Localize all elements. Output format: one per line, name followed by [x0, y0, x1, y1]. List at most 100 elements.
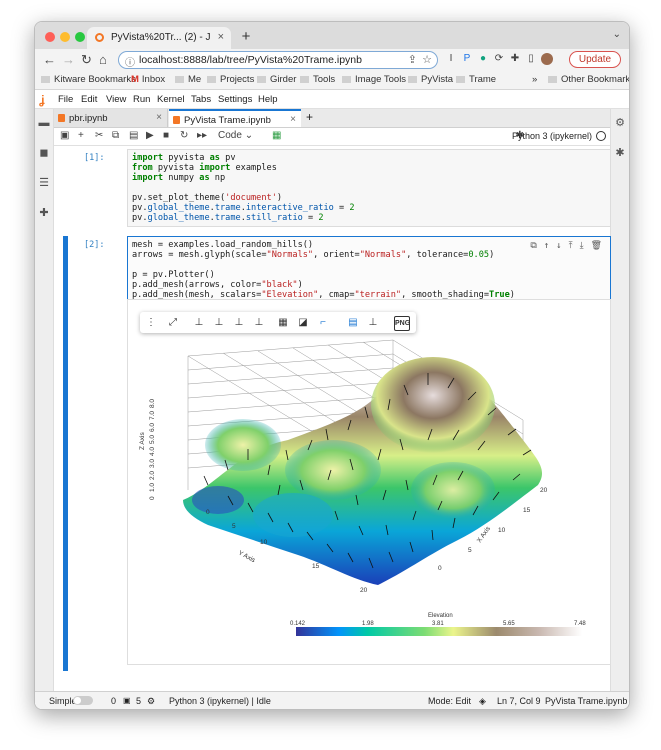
- kernel-status[interactable]: Python 3 (ipykernel) | Idle: [169, 696, 271, 706]
- file-browser-folder-icon[interactable]: ▬: [38, 117, 50, 129]
- y-tick: 20: [360, 587, 368, 594]
- close-tab-icon[interactable]: ×: [218, 31, 224, 43]
- menu-tabs[interactable]: Tabs: [191, 94, 211, 105]
- tab-pyvista-trame[interactable]: PyVista Trame.ipynb ×: [169, 109, 301, 127]
- tab-search-chevron-icon[interactable]: ⌄: [613, 29, 621, 40]
- address-url[interactable]: localhost:8888/lab/tree/PyVista%20Trame.…: [139, 54, 362, 66]
- fast-forward-icon[interactable]: ▸▸: [197, 130, 207, 141]
- bookmark-tools[interactable]: Tools: [300, 74, 335, 85]
- menu-edit[interactable]: Edit: [81, 94, 97, 105]
- duplicate-cell-icon[interactable]: ⧉: [530, 241, 536, 251]
- bookmark-kitware[interactable]: Kitware Bookmarks: [41, 74, 136, 85]
- cell-type-select[interactable]: Code ⌄: [218, 130, 253, 141]
- copy-icon[interactable]: ⧉: [112, 130, 119, 141]
- ext-i-icon[interactable]: I: [445, 53, 457, 65]
- terminals-count[interactable]: 0: [111, 696, 116, 706]
- cell-prompt: [1]:: [84, 153, 105, 163]
- close-tab-icon[interactable]: ×: [290, 114, 296, 125]
- render-view[interactable]: Z Axis 0 1.0 2.0 3.0 4.0 5.0 6.0 7.0 8.0…: [128, 300, 610, 664]
- simple-mode-toggle[interactable]: [73, 696, 93, 705]
- cut-icon[interactable]: ✂: [95, 130, 103, 141]
- kernels-count[interactable]: 5: [136, 696, 141, 706]
- close-tab-icon[interactable]: ×: [156, 112, 162, 123]
- right-sidebar: ⚙ ✱: [610, 109, 629, 691]
- debugger-bug-icon[interactable]: ✱: [614, 147, 626, 159]
- menu-kernel[interactable]: Kernel: [157, 94, 184, 105]
- code-line: import numpy as np: [132, 173, 226, 183]
- new-launcher-button[interactable]: +: [306, 110, 320, 128]
- sidebar-toggle-icon[interactable]: ▯: [525, 53, 537, 65]
- new-tab-button[interactable]: +: [238, 29, 254, 45]
- ext-p-icon[interactable]: P: [461, 53, 473, 65]
- share-icon[interactable]: ⇪: [408, 53, 417, 66]
- bookmark-me[interactable]: Me: [175, 74, 201, 85]
- insert-cell-icon[interactable]: +: [78, 130, 84, 141]
- profile-avatar[interactable]: [541, 53, 553, 65]
- ext-c-icon[interactable]: ●: [477, 53, 489, 65]
- editor-mode: Mode: Edit: [428, 696, 472, 706]
- bookmark-star-icon[interactable]: ☆: [422, 53, 432, 66]
- cursor-position[interactable]: Ln 7, Col 9: [497, 696, 541, 706]
- extensions-puzzle-icon[interactable]: ✚: [509, 53, 521, 65]
- ext-sync-icon[interactable]: ⟳: [493, 53, 505, 65]
- minimize-window-button[interactable]: [60, 32, 70, 42]
- menu-view[interactable]: View: [106, 94, 126, 105]
- menu-run[interactable]: Run: [133, 94, 150, 105]
- close-window-button[interactable]: [45, 32, 55, 42]
- move-down-icon[interactable]: ↓: [556, 241, 561, 251]
- y-axis-label: Y Axis: [237, 550, 257, 565]
- code-line: pv.global_theme.trame.interactive_ratio …: [132, 203, 355, 213]
- other-bookmarks[interactable]: Other Bookmarks: [548, 74, 629, 85]
- browser-window: PyVista%20Tr... (2) - JupyterLab × + ⌄ ←…: [34, 21, 630, 710]
- left-sidebar: ▬ ◼ ☰ ✚: [35, 109, 54, 691]
- insert-below-icon[interactable]: ⤓: [580, 241, 584, 251]
- code-line: pv.global_theme.trame.still_ratio = 2: [132, 213, 324, 223]
- bookmark-inbox[interactable]: M Inbox: [131, 74, 165, 85]
- update-button[interactable]: Update: [569, 51, 621, 68]
- notebook-cells: [1]: import pyvista as pv from pyvista i…: [54, 147, 611, 691]
- kernel-name[interactable]: Python 3 (ipykernel): [512, 131, 592, 141]
- bookmark-trame[interactable]: Trame: [456, 74, 496, 85]
- folder-icon: [207, 75, 216, 83]
- bookmark-label: Image Tools: [355, 74, 407, 85]
- run-icon[interactable]: ▶: [146, 130, 154, 141]
- tab-pbr[interactable]: pbr.ipynb ×: [54, 109, 168, 127]
- paste-icon[interactable]: ▤: [129, 130, 138, 141]
- bookmark-label: Girder: [270, 74, 297, 85]
- insert-above-icon[interactable]: ⤒: [569, 241, 573, 251]
- table-of-contents-icon[interactable]: ☰: [38, 177, 50, 189]
- move-up-icon[interactable]: ↑: [544, 241, 549, 251]
- restart-icon[interactable]: ↻: [180, 130, 188, 141]
- delete-cell-icon[interactable]: 🗑: [591, 241, 602, 251]
- bookmark-label: Trame: [469, 74, 497, 85]
- bookmark-pyvista[interactable]: PyVista: [408, 74, 453, 85]
- forward-arrow-icon[interactable]: →: [62, 52, 75, 67]
- bookmark-projects[interactable]: Projects: [207, 74, 254, 85]
- home-icon[interactable]: ⌂: [99, 52, 107, 67]
- jupyter-favicon-icon: [95, 33, 104, 42]
- folder-icon: [548, 75, 557, 83]
- git-icon[interactable]: ▦: [272, 130, 281, 141]
- back-arrow-icon[interactable]: ←: [43, 52, 56, 67]
- more-bookmarks-icon[interactable]: »: [532, 74, 537, 85]
- browser-tab-active[interactable]: PyVista%20Tr... (2) - JupyterLab ×: [87, 27, 231, 49]
- code-editor[interactable]: import pyvista as pv from pyvista import…: [127, 149, 611, 227]
- menu-file[interactable]: File: [58, 94, 73, 105]
- bookmark-image-tools[interactable]: Image Tools: [342, 74, 406, 85]
- menu-settings[interactable]: Settings: [218, 94, 252, 105]
- property-inspector-gear-icon[interactable]: ⚙: [614, 117, 626, 129]
- save-icon[interactable]: ▣: [60, 130, 69, 141]
- site-info-icon[interactable]: ⓘ: [125, 54, 135, 69]
- bookmark-label: Inbox: [141, 74, 166, 85]
- bookmark-girder[interactable]: Girder: [257, 74, 296, 85]
- code-line: p.add_mesh(arrows, color="black"): [132, 280, 303, 290]
- stop-icon[interactable]: ■: [163, 130, 169, 141]
- extensions-puzzle-icon[interactable]: ✚: [38, 207, 50, 219]
- menu-help[interactable]: Help: [258, 94, 278, 105]
- zoom-window-button[interactable]: [75, 32, 85, 42]
- address-bar[interactable]: ⓘ localhost:8888/lab/tree/PyVista%20Tram…: [118, 51, 438, 69]
- reload-icon[interactable]: ↻: [81, 52, 92, 68]
- code-line: p = pv.Plotter(): [132, 270, 215, 280]
- running-kernels-icon[interactable]: ◼: [38, 147, 50, 159]
- bookmark-label: Projects: [220, 74, 255, 85]
